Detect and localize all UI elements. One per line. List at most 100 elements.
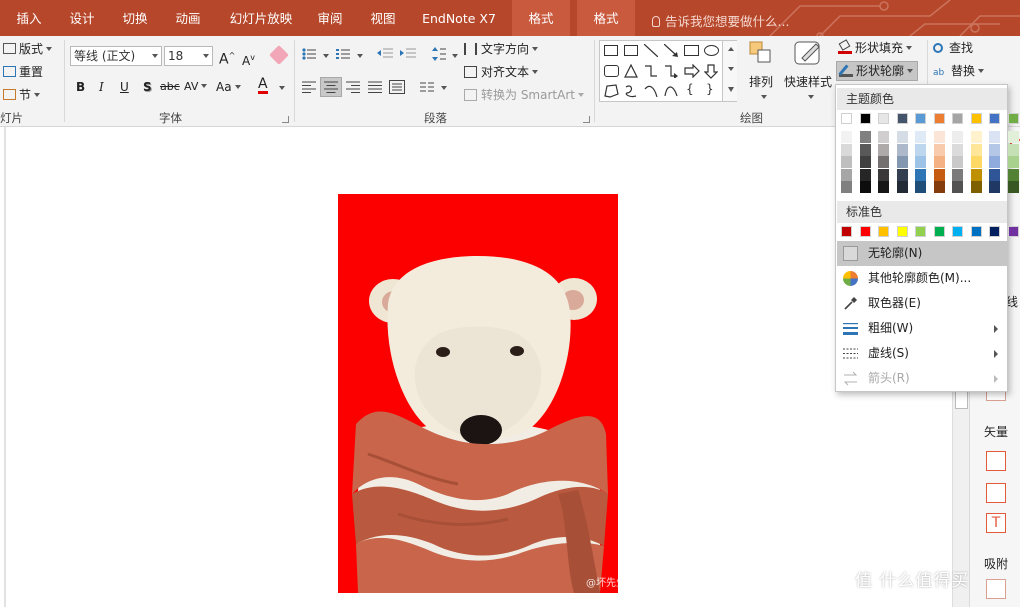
theme-shade-swatch[interactable] <box>970 143 982 156</box>
freeform-shape-icon[interactable] <box>604 84 619 98</box>
section-button[interactable]: 节 <box>3 87 41 103</box>
more-outline-colors-item[interactable]: 其他轮廓颜色(M)... <box>837 266 1007 291</box>
arc-shape-icon[interactable] <box>644 84 658 98</box>
theme-shade-swatch[interactable] <box>915 181 926 193</box>
layout-button[interactable]: 版式 <box>3 41 53 57</box>
shapes-gallery[interactable]: { } <box>599 40 737 102</box>
standard-color-swatch[interactable] <box>878 226 889 237</box>
text-shadow-button[interactable]: S <box>143 79 152 95</box>
char-spacing-button[interactable]: AV <box>184 79 208 95</box>
theme-shade-swatch[interactable] <box>859 168 871 181</box>
arrow-line-shape-icon[interactable] <box>664 44 678 57</box>
theme-shade-swatch[interactable] <box>1007 168 1019 181</box>
theme-shade-swatch[interactable] <box>933 156 945 168</box>
theme-shade-swatch[interactable] <box>933 168 945 181</box>
theme-shade-swatch[interactable] <box>989 168 1000 181</box>
theme-shade-swatch[interactable] <box>989 143 1000 156</box>
theme-shade-swatch[interactable] <box>933 143 945 156</box>
standard-color-swatch[interactable] <box>841 226 852 237</box>
theme-shade-swatch[interactable] <box>915 168 926 181</box>
find-button[interactable]: 查找 <box>933 40 973 56</box>
union-shapes-icon[interactable] <box>986 451 1006 471</box>
tab-design[interactable]: 设计 <box>58 0 106 36</box>
textbox-shape-icon[interactable] <box>604 45 618 56</box>
down-arrow-shape-icon[interactable] <box>704 64 718 79</box>
theme-shade-swatch[interactable] <box>915 131 926 143</box>
align-right-icon[interactable] <box>346 81 360 93</box>
theme-color-swatch[interactable] <box>989 113 1000 124</box>
elbow-arrow-shape-icon[interactable] <box>664 64 678 78</box>
distributed-icon[interactable] <box>389 80 405 94</box>
theme-shade-swatch[interactable] <box>970 156 982 168</box>
theme-shade-swatch[interactable] <box>933 131 945 143</box>
tab-review[interactable]: 审阅 <box>308 0 352 36</box>
theme-shade-swatch[interactable] <box>952 181 963 193</box>
combine-shapes-icon[interactable] <box>986 483 1006 503</box>
theme-shade-swatch[interactable] <box>878 131 889 143</box>
theme-shade-swatch[interactable] <box>970 131 982 143</box>
no-outline-item[interactable]: 无轮廓(N) <box>837 241 1007 266</box>
increase-indent-icon[interactable] <box>400 48 416 60</box>
standard-color-swatch[interactable] <box>915 226 926 237</box>
theme-shade-swatch[interactable] <box>933 181 945 193</box>
font-color-button[interactable]: A <box>258 77 268 94</box>
scribble-shape-icon[interactable] <box>624 84 638 98</box>
theme-shade-swatch[interactable] <box>989 181 1000 193</box>
theme-shade-swatch[interactable] <box>1007 131 1019 143</box>
theme-shade-swatch[interactable] <box>841 143 852 156</box>
bullets-icon[interactable] <box>302 48 316 60</box>
reset-button[interactable]: 重置 <box>3 64 43 80</box>
scrollbar-thumb[interactable] <box>955 389 968 409</box>
theme-shade-swatch[interactable] <box>859 156 871 168</box>
arrange-button[interactable] <box>748 38 776 72</box>
theme-shade-swatch[interactable] <box>859 143 871 156</box>
pane-button-6[interactable] <box>986 579 1006 599</box>
theme-color-swatch[interactable] <box>1007 113 1019 124</box>
tab-view[interactable]: 视图 <box>361 0 405 36</box>
dashes-item[interactable]: 虚线(S) <box>837 341 1007 366</box>
font-dialog-launcher-icon[interactable] <box>282 116 289 123</box>
quick-styles-button[interactable] <box>790 38 826 72</box>
theme-shade-swatch[interactable] <box>878 156 889 168</box>
paragraph-dialog-launcher-icon[interactable] <box>583 116 590 123</box>
shape-outline-button[interactable]: 形状轮廓 <box>836 61 918 81</box>
font-size-combo[interactable]: 18 <box>164 46 213 66</box>
standard-color-swatch[interactable] <box>989 226 1000 237</box>
theme-shade-swatch[interactable] <box>878 181 889 193</box>
theme-color-swatch[interactable] <box>878 113 889 124</box>
theme-shade-swatch[interactable] <box>952 168 963 181</box>
theme-shade-swatch[interactable] <box>1007 156 1019 168</box>
theme-shade-swatch[interactable] <box>952 131 963 143</box>
theme-shade-swatch[interactable] <box>970 181 982 193</box>
standard-color-swatch[interactable] <box>896 226 908 237</box>
theme-shade-swatch[interactable] <box>1007 181 1019 193</box>
columns-icon[interactable] <box>420 81 434 93</box>
theme-shade-swatch[interactable] <box>841 156 852 168</box>
right-arrow-shape-icon[interactable] <box>684 64 700 78</box>
theme-shade-swatch[interactable] <box>989 156 1000 168</box>
standard-color-swatch[interactable] <box>952 226 963 237</box>
theme-shade-swatch[interactable] <box>915 143 926 156</box>
theme-shade-swatch[interactable] <box>896 131 908 143</box>
theme-shade-swatch[interactable] <box>896 181 908 193</box>
text-shape-icon[interactable]: T <box>986 513 1006 533</box>
curve-shape-icon[interactable] <box>664 84 678 98</box>
change-case-button[interactable]: Aa <box>216 79 241 95</box>
italic-button[interactable]: I <box>99 79 104 95</box>
polar-bear-photo[interactable] <box>338 194 618 593</box>
numbering-icon[interactable] <box>336 48 350 60</box>
line-shape-icon[interactable] <box>644 44 658 57</box>
oval-shape-icon[interactable] <box>704 45 719 56</box>
replace-button[interactable]: ab 替换 <box>933 63 985 81</box>
theme-color-swatch[interactable] <box>896 113 908 124</box>
theme-color-swatch[interactable] <box>933 113 945 124</box>
text-direction-button[interactable]: 文字方向 <box>464 41 539 57</box>
weight-item[interactable]: 粗细(W) <box>837 316 1007 341</box>
elbow-connector-shape-icon[interactable] <box>644 64 658 78</box>
standard-color-swatch[interactable] <box>859 226 871 237</box>
left-brace-shape-icon[interactable]: { <box>686 82 694 96</box>
align-left-icon[interactable] <box>302 81 316 93</box>
bold-button[interactable]: B <box>76 79 85 95</box>
theme-shade-swatch[interactable] <box>896 168 908 181</box>
theme-shade-swatch[interactable] <box>841 168 852 181</box>
